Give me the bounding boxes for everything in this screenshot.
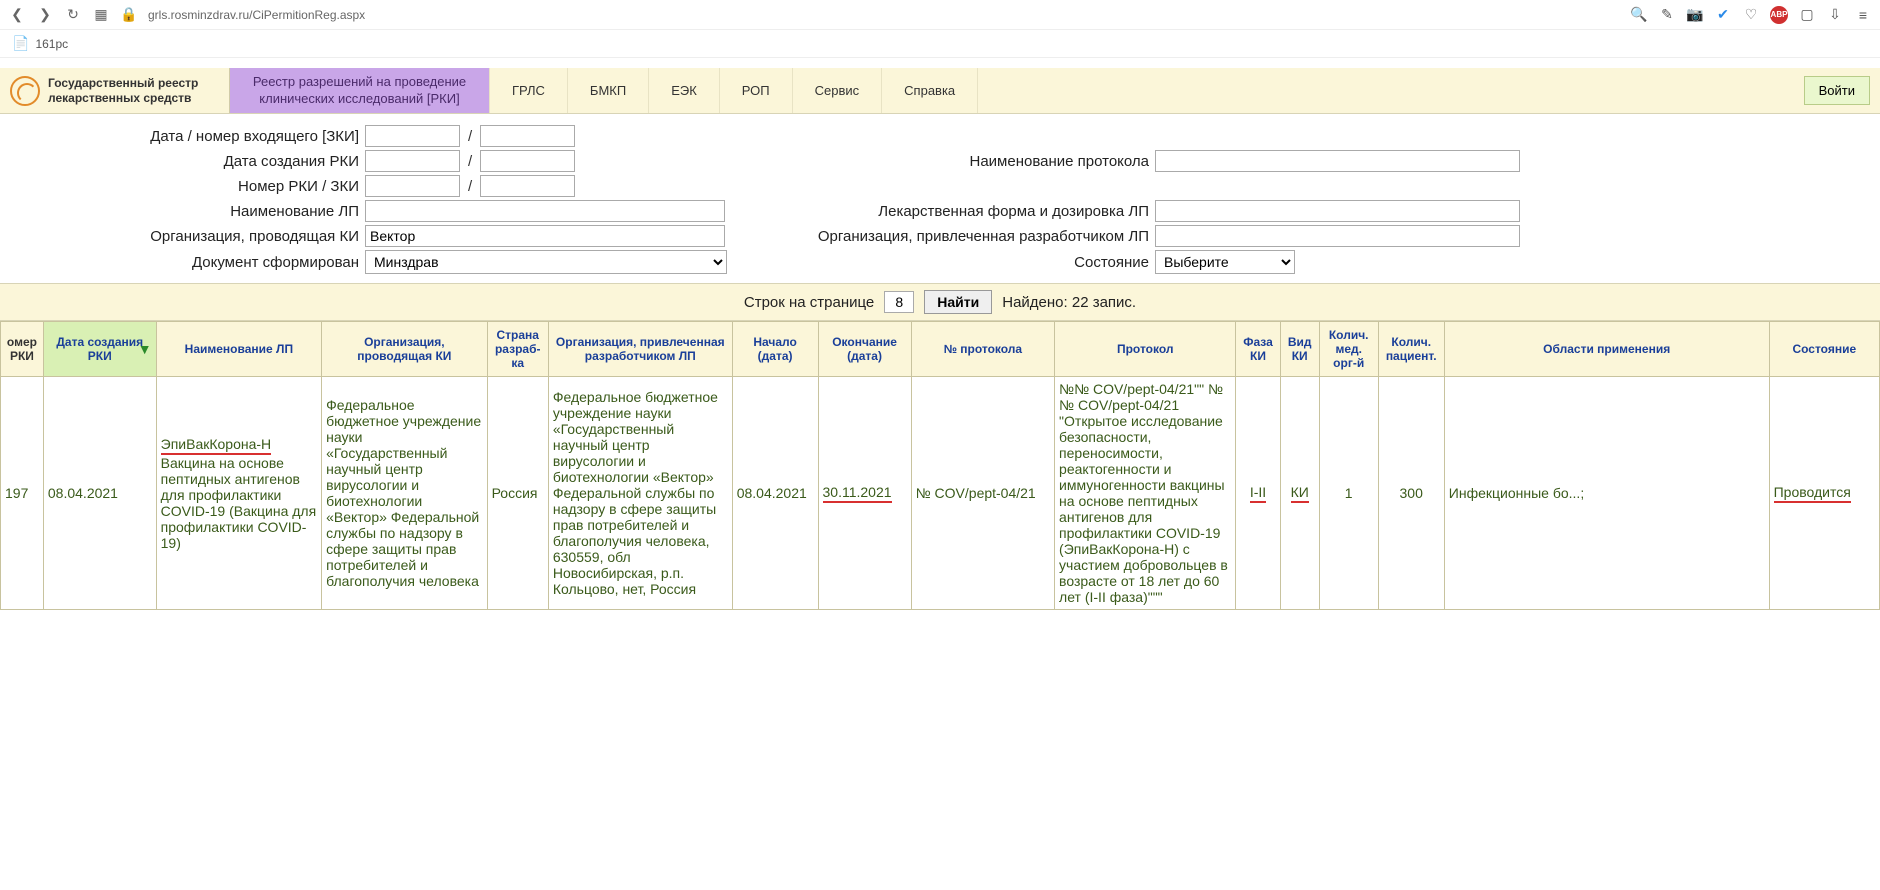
select-doc[interactable]: Минздрав <box>365 250 727 274</box>
col-orgs[interactable]: Колич. мед. орг-й <box>1319 322 1378 377</box>
col-org[interactable]: Организация, проводящая КИ <box>322 322 487 377</box>
col-area[interactable]: Области применения <box>1444 322 1769 377</box>
nav-item-rop[interactable]: РОП <box>720 68 793 113</box>
rows-per-page-input[interactable] <box>884 291 914 313</box>
found-label: Найдено: 22 запис. <box>1002 294 1136 311</box>
input-form[interactable] <box>1155 200 1520 222</box>
logo-text: Государственный реестрлекарственных сред… <box>48 76 198 105</box>
heart-icon[interactable]: ♡ <box>1742 6 1760 24</box>
col-nrki[interactable]: омер РКИ <box>1 322 44 377</box>
col-kind[interactable]: Вид КИ <box>1280 322 1319 377</box>
cell-kind: КИ <box>1280 377 1319 610</box>
cell-nprot: № COV/pept-04/21 <box>911 377 1054 610</box>
label-incoming: Дата / номер входящего [ЗКИ] <box>0 128 365 145</box>
nav-item-service[interactable]: Сервис <box>793 68 883 113</box>
input-num-zki[interactable] <box>480 175 575 197</box>
cube-icon[interactable]: ▢ <box>1798 6 1816 24</box>
label-state: Состояние <box>730 254 1155 271</box>
col-dev[interactable]: Организация, привлеченная разработчиком … <box>548 322 732 377</box>
cell-org: Федеральное бюджетное учреждение науки «… <box>322 377 487 610</box>
drug-name: ЭпиВакКорона-Н <box>161 436 272 455</box>
cell-nrki: 197 <box>1 377 44 610</box>
col-date[interactable]: Дата создания РКИ▼ <box>43 322 156 377</box>
cell-country: Россия <box>487 377 548 610</box>
tab-bar: 📄 161рс <box>0 30 1880 58</box>
cell-end: 30.11.2021 <box>818 377 911 610</box>
cell-dev: Федеральное бюджетное учреждение науки «… <box>548 377 732 610</box>
find-button[interactable]: Найти <box>924 290 992 314</box>
address-bar[interactable]: grls.rosminzdrav.ru/CiPermitionReg.aspx <box>148 8 365 22</box>
reload-button[interactable]: ↻ <box>64 6 82 24</box>
site-logo[interactable]: Государственный реестрлекарственных сред… <box>0 68 230 113</box>
abp-icon[interactable]: ABP <box>1770 6 1788 24</box>
search-icon[interactable]: 🔍 <box>1630 6 1648 24</box>
menu-icon[interactable]: ≡ <box>1854 6 1872 24</box>
input-num-rki[interactable] <box>365 175 460 197</box>
col-country[interactable]: Страна разраб-ка <box>487 322 548 377</box>
table-header-row: омер РКИ Дата создания РКИ▼ Наименование… <box>1 322 1880 377</box>
table-row[interactable]: 197 08.04.2021 ЭпиВакКорона-Н Вакцина на… <box>1 377 1880 610</box>
cell-state: Проводится <box>1769 377 1879 610</box>
results-table: омер РКИ Дата создания РКИ▼ Наименование… <box>0 321 1880 610</box>
nav-item-grls[interactable]: ГРЛС <box>490 68 568 113</box>
input-created-to[interactable] <box>480 150 575 172</box>
label-form: Лекарственная форма и дозировка ЛП <box>730 203 1155 220</box>
cell-phase: I-II <box>1236 377 1280 610</box>
download-icon[interactable]: ⇩ <box>1826 6 1844 24</box>
label-org: Организация, проводящая КИ <box>0 228 365 245</box>
label-doc: Документ сформирован <box>0 254 365 271</box>
select-state[interactable]: Выберите <box>1155 250 1295 274</box>
col-phase[interactable]: Фаза КИ <box>1236 322 1280 377</box>
input-incoming-num[interactable] <box>480 125 575 147</box>
browser-toolbar: ❮ ❯ ↻ ▦ 🔒 grls.rosminzdrav.ru/CiPermitio… <box>0 0 1880 30</box>
lock-icon: 🔒 <box>120 6 138 24</box>
input-dev-org[interactable] <box>1155 225 1520 247</box>
logo-icon <box>10 76 40 106</box>
camera-icon[interactable]: 📷 <box>1686 6 1704 24</box>
input-lp[interactable] <box>365 200 725 222</box>
check-icon[interactable]: ✔ <box>1714 6 1732 24</box>
cell-lp: ЭпиВакКорона-Н Вакцина на основе пептидн… <box>156 377 321 610</box>
file-icon: 📄 <box>12 35 29 52</box>
col-start[interactable]: Начало (дата) <box>732 322 818 377</box>
nav-item-registry-permissions[interactable]: Реестр разрешений на проведение клиничес… <box>230 68 490 113</box>
col-pat[interactable]: Колич. пациент. <box>1378 322 1444 377</box>
cell-area: Инфекционные бо...; <box>1444 377 1769 610</box>
rows-label: Строк на странице <box>744 294 874 311</box>
tab-label[interactable]: 161рс <box>35 37 68 51</box>
label-protocol-name: Наименование протокола <box>730 153 1155 170</box>
back-button[interactable]: ❮ <box>8 6 26 24</box>
pager-row: Строк на странице Найти Найдено: 22 запи… <box>0 283 1880 321</box>
input-created-from[interactable] <box>365 150 460 172</box>
nav-item-bmkp[interactable]: БМКП <box>568 68 649 113</box>
site-nav: Государственный реестрлекарственных сред… <box>0 68 1880 114</box>
col-end[interactable]: Окончание (дата) <box>818 322 911 377</box>
filter-form: Дата / номер входящего [ЗКИ] / Дата созд… <box>0 114 1880 283</box>
apps-icon[interactable]: ▦ <box>92 6 110 24</box>
label-dev-org: Организация, привлеченная разработчиком … <box>730 228 1155 245</box>
cell-date: 08.04.2021 <box>43 377 156 610</box>
label-num: Номер РКИ / ЗКИ <box>0 178 365 195</box>
cell-orgs: 1 <box>1319 377 1378 610</box>
login-button[interactable]: Войти <box>1804 76 1870 105</box>
col-lp[interactable]: Наименование ЛП <box>156 322 321 377</box>
sort-desc-icon: ▼ <box>138 341 152 357</box>
cell-start: 08.04.2021 <box>732 377 818 610</box>
nav-item-eek[interactable]: ЕЭК <box>649 68 720 113</box>
forward-button[interactable]: ❯ <box>36 6 54 24</box>
col-prot[interactable]: Протокол <box>1055 322 1236 377</box>
cell-pat: 300 <box>1378 377 1444 610</box>
edit-icon[interactable]: ✎ <box>1658 6 1676 24</box>
col-nprot[interactable]: № протокола <box>911 322 1054 377</box>
input-org[interactable] <box>365 225 725 247</box>
label-created: Дата создания РКИ <box>0 153 365 170</box>
input-protocol-name[interactable] <box>1155 150 1520 172</box>
input-incoming-date[interactable] <box>365 125 460 147</box>
nav-item-help[interactable]: Справка <box>882 68 978 113</box>
label-lp: Наименование ЛП <box>0 203 365 220</box>
cell-prot: №№ COV/pept-04/21"" № № COV/pept-04/21 "… <box>1055 377 1236 610</box>
col-state[interactable]: Состояние <box>1769 322 1879 377</box>
